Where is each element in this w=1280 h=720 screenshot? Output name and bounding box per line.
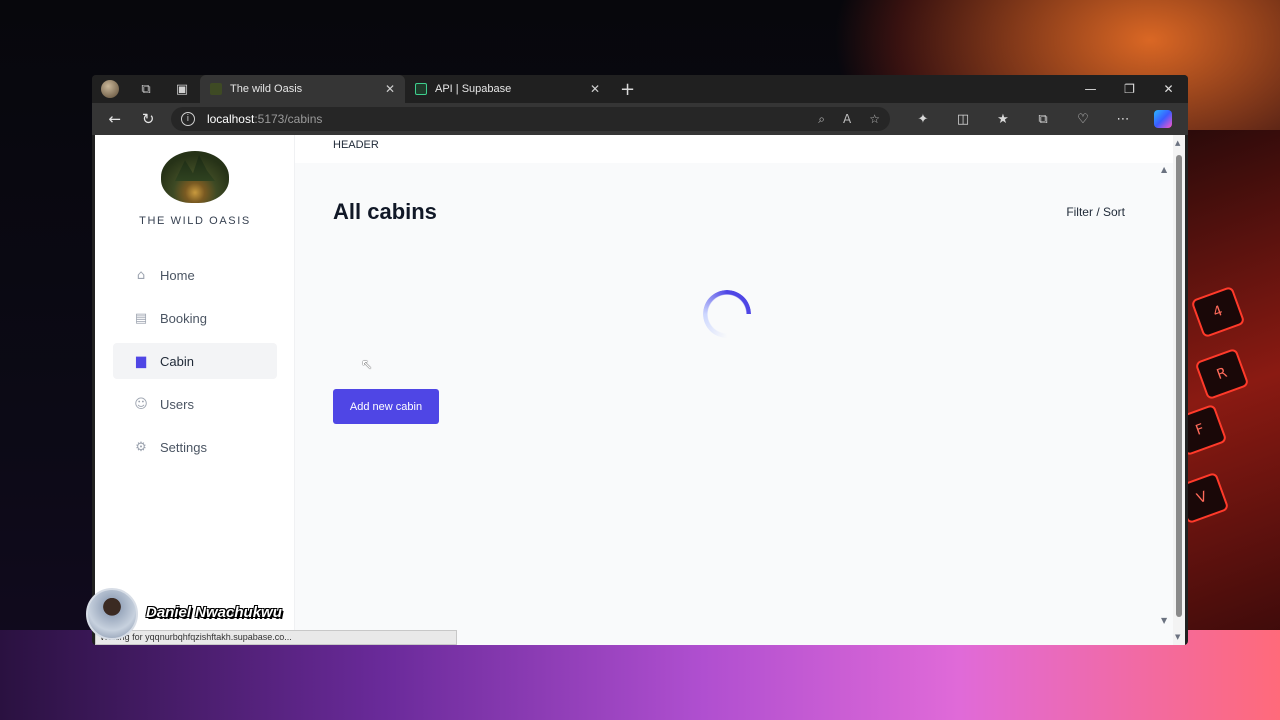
sidebar-item-label: Cabin [160,353,194,369]
supabase-favicon-icon [415,83,427,95]
sidebar-item-users[interactable]: ☺ Users [113,386,277,422]
page-scrollbar[interactable]: ▲ ▼ [1173,135,1185,645]
logo-icon [161,151,229,203]
tab-actions-icon[interactable]: ▣ [164,75,200,103]
favorite-star-icon[interactable]: ☆ [869,112,880,127]
sidebar-nav: ⌂ Home ▤ Booking ▆ Cabin ☺ Users ⚙ Setti… [113,257,277,472]
window-controls: — ❐ ✕ [1071,75,1188,103]
workspaces-icon[interactable]: ⧉ [128,75,164,103]
scroll-up-icon[interactable]: ▲ [1161,165,1167,174]
tab-wild-oasis[interactable]: The wild Oasis ✕ [200,75,405,103]
restore-icon[interactable]: ❐ [1110,75,1149,103]
tab-title: API | Supabase [435,83,512,95]
tab-supabase[interactable]: API | Supabase ✕ [405,75,610,103]
loading-spinner [703,290,751,338]
app-header: HEADER [295,135,1173,163]
zoom-icon[interactable]: ⌕ [818,112,825,127]
profile-avatar[interactable] [92,75,128,103]
page-viewport: THE WILD OASIS ⌂ Home ▤ Booking ▆ Cabin … [95,135,1185,645]
sidebar-item-label: Users [160,396,194,412]
address-bar[interactable]: i localhost:5173/cabins ⌕ A ☆ [170,107,890,131]
sidebar-item-label: Settings [160,439,207,455]
header-text: HEADER [333,139,379,151]
filter-sort[interactable]: Filter / Sort [1066,205,1125,219]
browser-essentials-icon[interactable]: ♡ [1064,105,1102,133]
close-icon[interactable]: ✕ [385,82,395,96]
close-window-icon[interactable]: ✕ [1149,75,1188,103]
users-icon: ☺ [134,396,148,412]
url-path: :5173/cabins [254,112,323,126]
read-aloud-icon[interactable]: A [843,112,851,127]
copilot-icon[interactable] [1153,110,1172,128]
info-icon[interactable]: i [180,112,195,126]
tab-bar: ⧉ ▣ The wild Oasis ✕ API | Supabase ✕ + … [92,75,1188,103]
mouse-cursor-icon: ↖ [361,357,373,373]
sidebar-item-settings[interactable]: ⚙ Settings [113,429,277,465]
collections-icon[interactable]: ⧉ [1024,105,1062,133]
scroll-up-icon[interactable]: ▲ [1175,139,1183,147]
extensions-icon[interactable]: ✦ [904,105,942,133]
sidebar-item-label: Home [160,267,195,283]
presenter-avatar [86,588,138,640]
favorites-icon[interactable]: ★ [984,105,1022,133]
close-icon[interactable]: ✕ [590,82,600,96]
inner-scroll-arrows: ▲ ▼ [1161,165,1169,625]
url-host: localhost [206,112,255,126]
address-row: ← ↻ i localhost:5173/cabins ⌕ A ☆ ✦ ◫ ★ … [92,103,1188,135]
gear-icon: ⚙ [135,439,147,455]
split-screen-icon[interactable]: ◫ [944,105,982,133]
scroll-thumb[interactable] [1176,155,1182,617]
chart-icon: ▆ [136,353,146,369]
presenter-name: Daniel Nwachukwu [146,604,282,621]
refresh-icon[interactable]: ↻ [131,105,164,133]
browser-window: ⧉ ▣ The wild Oasis ✕ API | Supabase ✕ + … [92,75,1188,645]
minimize-icon[interactable]: — [1071,75,1110,103]
scroll-down-icon[interactable]: ▼ [1175,633,1183,641]
status-bar: Waiting for yqqnurbqhfqzishftakh.supabas… [95,630,457,645]
tab-title: The wild Oasis [230,83,303,95]
scroll-down-icon[interactable]: ▼ [1161,616,1167,625]
new-tab-icon[interactable]: + [620,79,635,100]
home-icon: ⌂ [136,267,146,283]
calendar-icon: ▤ [134,310,148,326]
logo-text: THE WILD OASIS [139,215,251,227]
oasis-favicon-icon [210,83,222,95]
more-options-icon[interactable]: ⋯ [1104,105,1142,133]
back-icon[interactable]: ← [98,105,131,133]
page-title: All cabins [333,199,437,224]
sidebar-item-booking[interactable]: ▤ Booking [113,300,277,336]
sidebar: THE WILD OASIS ⌂ Home ▤ Booking ▆ Cabin … [95,135,295,645]
sidebar-item-label: Booking [160,310,207,326]
add-cabin-button[interactable]: Add new cabin [333,389,439,424]
sidebar-item-home[interactable]: ⌂ Home [113,257,277,293]
sidebar-item-cabin[interactable]: ▆ Cabin [113,343,277,379]
